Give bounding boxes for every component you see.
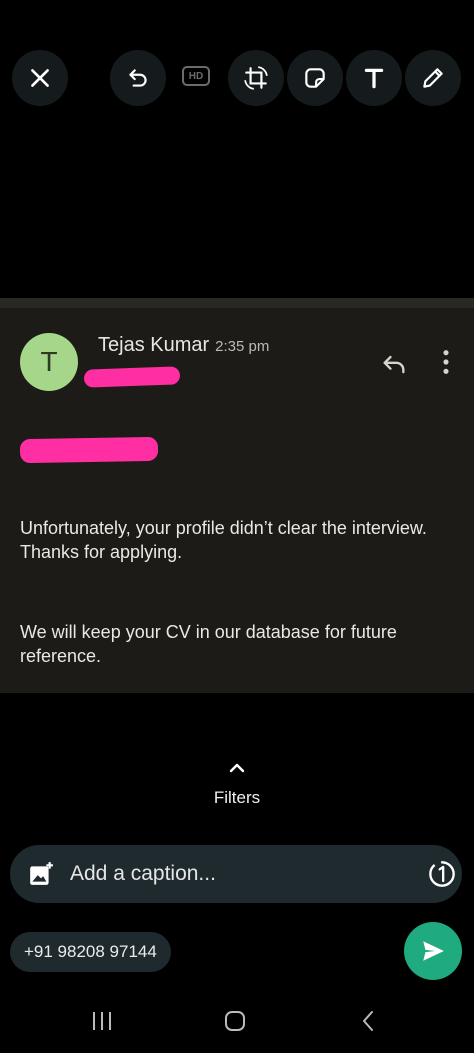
caption-bar (10, 845, 462, 903)
crop-rotate-icon (244, 66, 268, 90)
back-icon[interactable] (360, 1010, 376, 1032)
close-icon (31, 69, 49, 87)
more-vertical-icon (443, 350, 449, 374)
add-image-icon[interactable] (28, 861, 54, 887)
crop-rotate-button[interactable] (228, 50, 284, 106)
send-icon (423, 941, 444, 961)
undo-button[interactable] (110, 50, 166, 106)
hd-label: HD (188, 70, 204, 82)
filters-toggle[interactable]: Filters (0, 760, 474, 808)
sticker-icon (305, 68, 325, 88)
email-paragraph-1: Unfortunately, your profile didn’t clear… (20, 518, 427, 562)
system-navigation-bar (0, 1000, 474, 1040)
send-button[interactable] (404, 922, 462, 980)
editor-toolbar: HD (0, 50, 474, 110)
draw-button[interactable] (405, 50, 461, 106)
home-icon[interactable] (224, 1010, 246, 1032)
filters-label: Filters (213, 788, 261, 807)
text-tool-button[interactable] (346, 50, 402, 106)
recent-apps-icon[interactable] (90, 1010, 114, 1032)
redaction-mark (83, 366, 181, 388)
caption-input[interactable] (70, 855, 400, 893)
redaction-mark (19, 436, 159, 464)
avatar: T (20, 333, 78, 391)
view-once-icon[interactable] (428, 860, 456, 888)
sender-line: Tejas Kumar 2:35 pm (98, 334, 269, 357)
sticker-button[interactable] (287, 50, 343, 106)
sender-name: Tejas Kumar (98, 334, 210, 356)
email-time: 2:35 pm (215, 338, 270, 355)
undo-icon (129, 69, 147, 87)
chevron-up-icon (229, 763, 245, 773)
hd-quality-button[interactable]: HD (182, 66, 210, 86)
avatar-letter: T (40, 346, 58, 377)
email-paragraph-2: We will keep your CV in our database for… (20, 622, 397, 666)
pencil-icon (423, 68, 443, 88)
reply-icon (383, 355, 405, 374)
recipient-chip[interactable]: +91 98208 97144 (10, 932, 171, 972)
text-icon (364, 68, 384, 89)
email-screenshot: T Tejas Kumar 2:35 pm Unfortunately, your… (0, 298, 474, 693)
close-button[interactable] (12, 50, 68, 106)
